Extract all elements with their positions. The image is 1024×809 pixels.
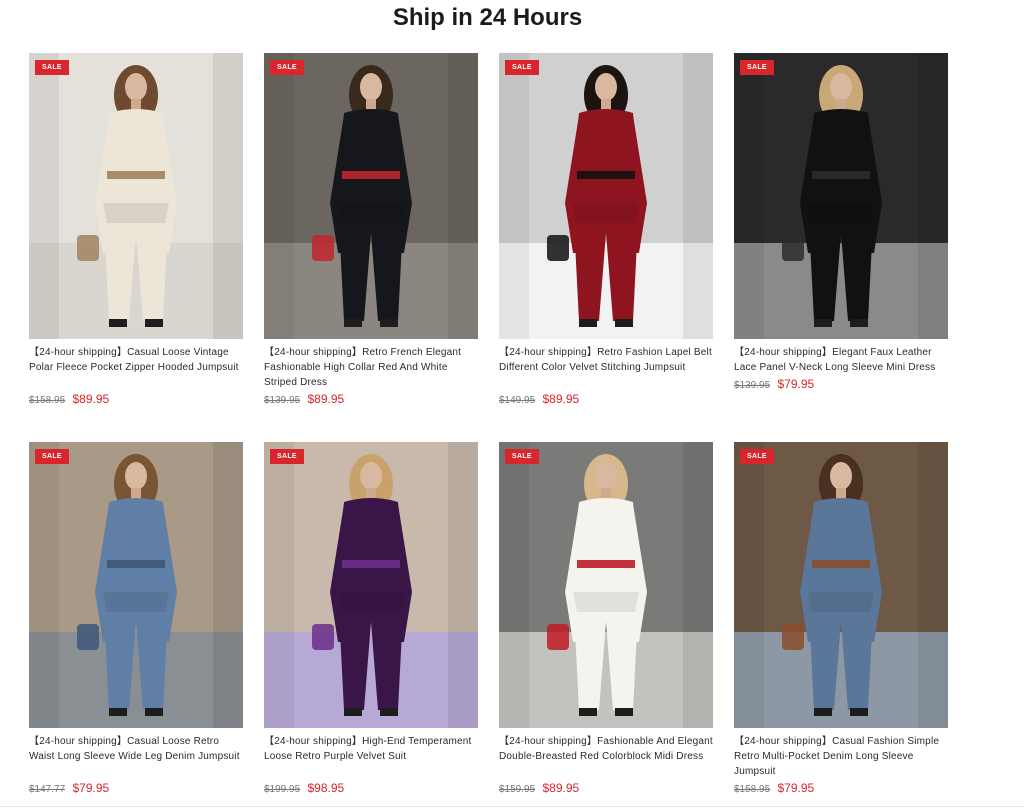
- product-image[interactable]: SALE: [499, 53, 713, 339]
- product-title[interactable]: 【24-hour shipping】Retro Fashion Lapel Be…: [499, 345, 713, 390]
- sale-price: $98.95: [307, 781, 345, 795]
- original-price: $147.77: [29, 784, 66, 795]
- original-price: $139.95: [734, 380, 771, 391]
- product-card[interactable]: SALE 【24-hour shipping】Retro Fashion Lap…: [499, 53, 713, 424]
- original-price: $139.95: [264, 395, 301, 406]
- product-card[interactable]: SALE 【24-hour shipping】Retro French Eleg…: [264, 53, 478, 424]
- product-price: $147.77 $79.95: [29, 780, 243, 798]
- sale-price: $79.95: [777, 781, 815, 795]
- product-card[interactable]: SALE 【24-hour shipping】Elegant Faux Leat…: [734, 53, 948, 424]
- model-denim-multi-pocket-jumpsuit-image: [734, 442, 948, 728]
- model-purple-velvet-suit-image: [264, 442, 478, 728]
- model-black-striped-dress-image: [264, 53, 478, 339]
- product-card[interactable]: SALE 【24-hour shipping】Fashionable And E…: [499, 442, 713, 809]
- sale-badge: SALE: [505, 60, 539, 75]
- sale-badge: SALE: [740, 449, 774, 464]
- original-price: $199.95: [264, 784, 301, 795]
- sale-price: $89.95: [72, 392, 110, 406]
- sale-price: $79.95: [72, 781, 110, 795]
- sale-price: $89.95: [542, 781, 580, 795]
- model-beige-fleece-jumpsuit-image: [29, 53, 243, 339]
- product-price: $199.95 $98.95: [264, 780, 478, 798]
- sale-badge: SALE: [270, 60, 304, 75]
- sale-price: $79.95: [777, 377, 815, 391]
- product-image[interactable]: SALE: [29, 53, 243, 339]
- product-card[interactable]: SALE 【24-hour shipping】High-End Temperam…: [264, 442, 478, 809]
- product-section: Ship in 24 Hours SALE 【24-hour shipping】…: [0, 0, 1024, 809]
- product-title[interactable]: 【24-hour shipping】Fashionable And Elegan…: [499, 734, 713, 779]
- divider: [0, 806, 1024, 807]
- product-title[interactable]: 【24-hour shipping】Casual Loose Vintage P…: [29, 345, 243, 390]
- model-black-leather-dress-image: [734, 53, 948, 339]
- product-image[interactable]: SALE: [499, 442, 713, 728]
- product-title[interactable]: 【24-hour shipping】Elegant Faux Leather L…: [734, 345, 948, 375]
- sale-badge: SALE: [740, 60, 774, 75]
- original-price: $149.95: [499, 395, 536, 406]
- sale-badge: SALE: [270, 449, 304, 464]
- original-price: $158.95: [29, 395, 66, 406]
- sale-price: $89.95: [307, 392, 345, 406]
- product-price: $158.95 $89.95: [29, 391, 243, 409]
- product-price: $139.95 $89.95: [264, 391, 478, 409]
- section-title: Ship in 24 Hours: [392, 4, 583, 31]
- product-price: $158.95 $79.95: [734, 780, 948, 798]
- product-image[interactable]: SALE: [29, 442, 243, 728]
- model-red-velvet-jumpsuit-image: [499, 53, 713, 339]
- sale-badge: SALE: [35, 449, 69, 464]
- product-card[interactable]: SALE 【24-hour shipping】Casual Fashion Si…: [734, 442, 948, 809]
- model-denim-wide-leg-jumpsuit-image: [29, 442, 243, 728]
- product-card[interactable]: SALE 【24-hour shipping】Casual Loose Vint…: [29, 53, 243, 424]
- product-price: $159.95 $89.95: [499, 780, 713, 798]
- sale-badge: SALE: [35, 60, 69, 75]
- product-title[interactable]: 【24-hour shipping】Casual Fashion Simple …: [734, 734, 948, 779]
- sale-badge: SALE: [505, 449, 539, 464]
- product-image[interactable]: SALE: [264, 53, 478, 339]
- original-price: $158.95: [734, 784, 771, 795]
- product-image[interactable]: SALE: [734, 53, 948, 339]
- product-price: $149.95 $89.95: [499, 391, 713, 409]
- original-price: $159.95: [499, 784, 536, 795]
- product-image[interactable]: SALE: [264, 442, 478, 728]
- product-grid: SALE 【24-hour shipping】Casual Loose Vint…: [29, 53, 948, 809]
- product-title[interactable]: 【24-hour shipping】Casual Loose Retro Wai…: [29, 734, 243, 779]
- product-card[interactable]: SALE 【24-hour shipping】Casual Loose Retr…: [29, 442, 243, 809]
- product-image[interactable]: SALE: [734, 442, 948, 728]
- model-white-double-breasted-dress-image: [499, 442, 713, 728]
- product-price: $139.95 $79.95: [734, 376, 948, 394]
- product-title[interactable]: 【24-hour shipping】High-End Temperament L…: [264, 734, 478, 779]
- product-title[interactable]: 【24-hour shipping】Retro French Elegant F…: [264, 345, 478, 390]
- sale-price: $89.95: [542, 392, 580, 406]
